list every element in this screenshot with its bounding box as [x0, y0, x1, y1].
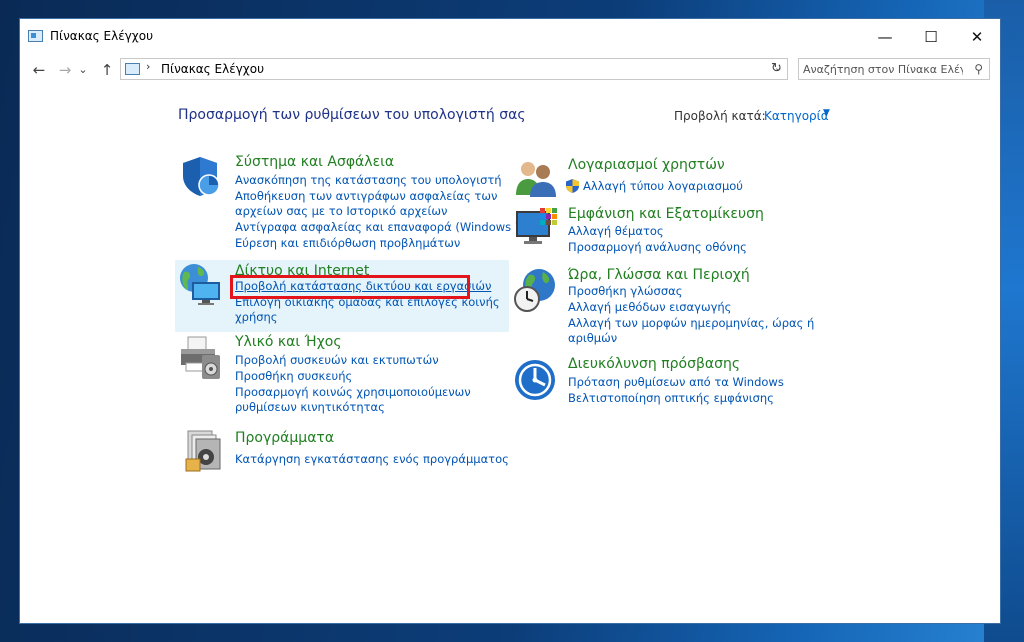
link-add-language[interactable]: Προσθήκη γλώσσας: [568, 284, 682, 299]
link-mobility-settings[interactable]: Προσαρμογή κοινώς χρησιμοποιούμενων: [235, 385, 471, 400]
search-input[interactable]: [803, 61, 963, 77]
back-button[interactable]: ←: [28, 59, 50, 81]
link-troubleshoot[interactable]: Εύρεση και επιδιόρθωση προβλημάτων: [235, 236, 460, 251]
up-button[interactable]: ↑: [96, 59, 118, 81]
link-file-history-cont[interactable]: αρχείων σας με το Ιστορικό αρχείων: [235, 204, 447, 219]
link-file-history[interactable]: Αποθήκευση των αντιγράφων ασφαλείας των: [235, 189, 497, 204]
address-bar[interactable]: › Πίνακας Ελέγχου ⌄: [120, 58, 788, 80]
category-title-system[interactable]: Σύστημα και Ασφάλεια: [235, 154, 394, 170]
chevron-down-icon[interactable]: ▼: [823, 108, 830, 118]
link-optimize-display[interactable]: Βελτιστοποίηση οπτικής εμφάνισης: [568, 391, 774, 406]
refresh-button[interactable]: ↻: [766, 58, 788, 80]
view-by-label: Προβολή κατά:: [674, 109, 766, 123]
address-row: ← → ⌄ ↑ › Πίνακας Ελέγχου ⌄ ↻ ⚲: [20, 57, 1000, 83]
category-title-hardware[interactable]: Υλικό και Ήχος: [235, 334, 342, 350]
link-change-account-type[interactable]: Αλλαγή τύπου λογαριασμού: [583, 179, 743, 194]
link-review-status[interactable]: Ανασκόπηση της κατάστασης του υπολογιστή: [235, 173, 502, 188]
link-uninstall-program[interactable]: Κατάργηση εγκατάστασης ενός προγράμματος: [235, 452, 509, 467]
breadcrumb-separator[interactable]: ›: [146, 60, 150, 73]
view-by-dropdown[interactable]: Κατηγορία: [764, 109, 829, 123]
link-homegroup-cont[interactable]: χρήσης: [235, 310, 278, 325]
title-bar[interactable]: Πίνακας Ελέγχου — ☐ ✕: [20, 19, 1000, 55]
page-title: Προσαρμογή των ρυθμίσεων του υπολογιστή …: [178, 107, 526, 123]
category-title-access[interactable]: Διευκόλυνση πρόσβασης: [568, 356, 740, 372]
breadcrumb-control-panel[interactable]: Πίνακας Ελέγχου: [161, 62, 264, 76]
link-screen-resolution[interactable]: Προσαρμογή ανάλυσης οθόνης: [568, 240, 747, 255]
users-icon[interactable]: [514, 157, 558, 201]
printer-icon[interactable]: [178, 335, 224, 381]
link-date-time-formats[interactable]: Αλλαγή των μορφών ημερομηνίας, ώρας ή: [568, 316, 814, 331]
category-title-clock[interactable]: Ώρα, Γλώσσα και Περιοχή: [568, 267, 750, 283]
close-button[interactable]: ✕: [954, 19, 1000, 55]
link-input-methods[interactable]: Αλλαγή μεθόδων εισαγωγής: [568, 300, 731, 315]
control-panel-icon: [28, 30, 43, 42]
category-title-programs[interactable]: Προγράμματα: [235, 430, 334, 446]
forward-button[interactable]: →: [54, 59, 76, 81]
control-panel-window: Πίνακας Ελέγχου — ☐ ✕ ← → ⌄ ↑ › Πίνακας …: [19, 18, 1001, 624]
category-title-appearance[interactable]: Εμφάνιση και Εξατομίκευση: [568, 206, 764, 222]
search-box[interactable]: ⚲: [798, 58, 990, 80]
ease-of-access-icon[interactable]: [514, 359, 556, 401]
link-change-theme[interactable]: Αλλαγή θέματος: [568, 224, 664, 239]
control-panel-icon: [125, 63, 140, 75]
link-backup-restore[interactable]: Αντίγραφα ασφαλείας και επαναφορά (Windo…: [235, 220, 527, 235]
link-date-time-formats-cont[interactable]: αριθμών: [568, 331, 617, 346]
highlight-annotation-box: [230, 275, 470, 299]
personalization-icon[interactable]: [514, 207, 558, 251]
search-icon[interactable]: ⚲: [974, 62, 983, 76]
window-title: Πίνακας Ελέγχου: [50, 29, 154, 43]
recent-locations-button[interactable]: ⌄: [76, 59, 90, 81]
uac-shield-icon: [566, 179, 579, 193]
network-globe-icon[interactable]: [178, 262, 224, 306]
shield-icon[interactable]: [180, 154, 224, 198]
link-suggest-settings[interactable]: Πρόταση ρυθμίσεων από τα Windows: [568, 375, 784, 390]
minimize-button[interactable]: —: [862, 19, 908, 55]
link-mobility-settings-cont[interactable]: ρυθμίσεων κινητικότητας: [235, 400, 385, 415]
maximize-button[interactable]: ☐: [908, 19, 954, 55]
clock-globe-icon[interactable]: [513, 267, 557, 313]
category-title-accounts[interactable]: Λογαριασμοί χρηστών: [568, 157, 725, 173]
programs-icon[interactable]: [182, 429, 222, 473]
link-add-device[interactable]: Προσθήκη συσκευής: [235, 369, 352, 384]
link-devices-printers[interactable]: Προβολή συσκευών και εκτυπωτών: [235, 353, 439, 368]
